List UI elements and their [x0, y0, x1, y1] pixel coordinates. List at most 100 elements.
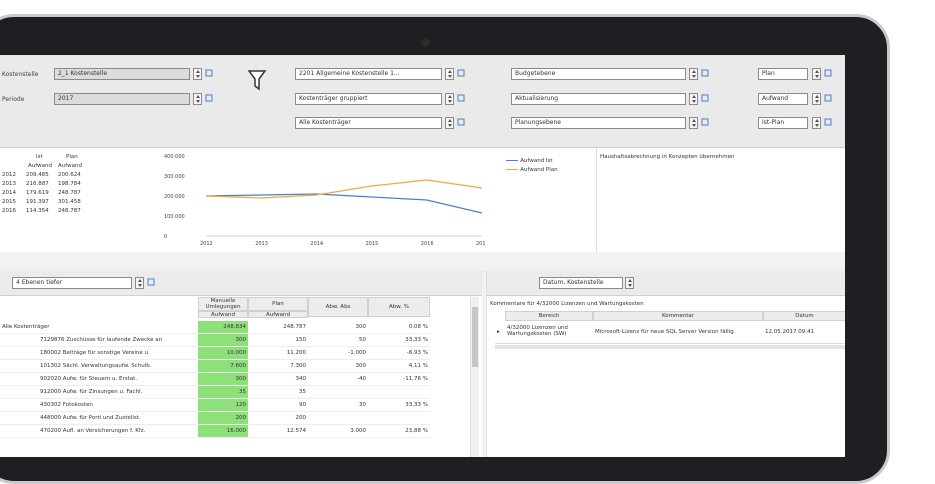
budget-level-field[interactable]: Budgetebene	[511, 68, 686, 80]
cell-pct: 4,11 %	[368, 360, 430, 373]
table-row[interactable]: 912000 Aufw. für Zinsungen u. Fachl. 35 35	[0, 386, 470, 399]
kostenstelle-spinner[interactable]	[193, 68, 202, 80]
summary-cell-year: 2016	[2, 208, 16, 214]
summary-cell-ist: 114.354	[26, 208, 49, 214]
pin-icon[interactable]	[205, 94, 215, 104]
pin-icon[interactable]	[205, 69, 215, 79]
pin-icon[interactable]	[147, 278, 157, 288]
cell-abs: -1.000	[308, 347, 368, 360]
comment-row[interactable]: ▸ 4/32000 Lizenzen und Wartungskosten (S…	[495, 323, 845, 344]
pin-icon[interactable]	[701, 118, 711, 128]
comments-hscroll[interactable]	[495, 345, 845, 349]
kostenstelle-field[interactable]: 2_1 Kostenstelle	[54, 68, 190, 80]
cell-pct: 0,08 %	[368, 321, 430, 334]
table-row[interactable]: 430302 Fotokosten 120 90 30 33,33 %	[0, 399, 470, 412]
plan-field[interactable]: Plan	[758, 68, 808, 80]
ist-plan-field[interactable]: Ist-Plan	[758, 117, 808, 129]
cell-pct	[368, 412, 430, 425]
pin-icon[interactable]	[824, 69, 834, 79]
summary-col-ist: Ist	[36, 154, 43, 160]
account-grouping-field[interactable]: Kostenträger gruppiert	[295, 93, 442, 105]
account-group-field[interactable]: 2201 Allgemeine Kostenstelle 1...	[295, 68, 442, 80]
detail-scrollbar[interactable]	[470, 297, 479, 457]
table-row[interactable]: 7129876 Zuschüsse für laufende Zwecke an…	[0, 334, 470, 347]
account-group-spinner[interactable]	[445, 68, 454, 80]
col-subheader-plan: Aufwand	[248, 311, 308, 318]
table-row[interactable]: 448000 Aufw. für Porti und Zustellst. 200…	[0, 412, 470, 425]
cell-manual: 16.000	[198, 425, 248, 438]
account-grouping-spinner[interactable]	[445, 93, 454, 105]
cell-name: 101302 Sächl. Verwaltungsaufw. Schulb.	[0, 360, 196, 373]
comments-col-kommentar[interactable]: Kommentar	[593, 311, 763, 321]
col-header-manual[interactable]: Manuelle Umlegungen	[198, 297, 248, 311]
pin-icon[interactable]	[457, 69, 467, 79]
pin-icon[interactable]	[701, 94, 711, 104]
legend-item-plan: Aufwand Plan	[506, 165, 558, 173]
comments-panel: Datum, Kostenstelle Kommentare für 4/320…	[486, 271, 845, 457]
cell-name: Alle Kostenträger	[0, 321, 196, 334]
aufwand-field[interactable]: Aufwand	[758, 93, 808, 105]
ist-plan-spinner[interactable]	[812, 117, 821, 129]
summary-col-plan: Plan	[66, 154, 78, 160]
col-header-pct[interactable]: Abw. %	[368, 297, 430, 317]
update-field[interactable]: Aktualisierung	[511, 93, 686, 105]
depth-filter-spinner[interactable]	[135, 277, 144, 289]
col-header-plan[interactable]: Plan	[248, 297, 308, 311]
legend-item-ist: Aufwand Ist	[506, 156, 553, 164]
table-row[interactable]: 902020 Aufw. für Steuern u. Erstat. 300 34…	[0, 373, 470, 386]
y-tick-label: 0	[164, 234, 167, 240]
table-row[interactable]: 101302 Sächl. Verwaltungsaufw. Schulb. 7.…	[0, 360, 470, 373]
planning-level-field[interactable]: Planungsebene	[511, 117, 686, 129]
cell-plan: 35	[248, 386, 308, 399]
notes-title: Haushaltsabrechnung in Konzepten überneh…	[600, 154, 735, 160]
summary-sub-plan: Aufwand	[58, 163, 82, 169]
account-all-spinner[interactable]	[445, 117, 454, 129]
cell-plan: 200	[248, 412, 308, 425]
comments-col-bereich[interactable]: Bereich	[505, 311, 593, 321]
update-spinner[interactable]	[689, 93, 698, 105]
pin-icon[interactable]	[457, 118, 467, 128]
pin-icon[interactable]	[701, 69, 711, 79]
x-tick-label: 2014	[310, 241, 323, 247]
x-tick-label: 2013	[255, 241, 268, 247]
comments-col-datum[interactable]: Datum	[763, 311, 845, 321]
sort-field[interactable]: Datum, Kostenstelle	[539, 277, 623, 289]
cell-abs: 3.000	[308, 425, 368, 438]
scrollbar-thumb[interactable]	[472, 307, 478, 367]
periode-spinner[interactable]	[193, 93, 202, 105]
account-all-field[interactable]: Alle Kostenträger	[295, 117, 442, 129]
table-row[interactable]: 180002 Beiträge für sonstige Vereine u. 1…	[0, 347, 470, 360]
cell-name: 912000 Aufw. für Zinsungen u. Fachl.	[0, 386, 196, 399]
plan-spinner[interactable]	[812, 68, 821, 80]
row-expander-icon[interactable]: ▸	[497, 329, 500, 335]
pin-icon[interactable]	[824, 94, 834, 104]
x-tick-label: 2015	[366, 241, 379, 247]
cell-name: 7129876 Zuschüsse für laufende Zwecke an	[0, 334, 196, 347]
x-tick-label: 2017	[476, 241, 486, 247]
pin-icon[interactable]	[824, 118, 834, 128]
cell-manual: 35	[198, 386, 248, 399]
y-tick-label: 400.000	[164, 154, 185, 160]
col-subheader-manual: Aufwand	[198, 311, 248, 318]
col-header-abs[interactable]: Abw. Abs	[308, 297, 368, 317]
periode-field[interactable]: 2017	[54, 93, 190, 105]
cell-plan: 11.200	[248, 347, 308, 360]
legend-swatch	[506, 168, 518, 170]
cell-manual: 120	[198, 399, 248, 412]
pin-icon[interactable]	[457, 94, 467, 104]
summary-cell-ist: 209.485	[26, 172, 49, 178]
summary-cell-year: 2014	[2, 190, 16, 196]
line-chart-panel: 400.000 300.000 200.000 100.000 0 2012 2013 201…	[160, 148, 489, 252]
cell-name: 430302 Fotokosten	[0, 399, 196, 412]
chart-legend: Aufwand Ist Aufwand Plan	[486, 148, 596, 252]
series-line-0	[205, 193, 483, 214]
planning-level-spinner[interactable]	[689, 117, 698, 129]
table-row[interactable]: 470200 Aufl. an Versicherungen f. Kfz. 16…	[0, 425, 470, 438]
table-row[interactable]: Alle Kostenträger 248.834 248.787 300 0,08 %	[0, 321, 470, 334]
sort-spinner[interactable]	[625, 277, 634, 289]
filter-funnel-icon[interactable]	[247, 69, 267, 93]
aufwand-spinner[interactable]	[812, 93, 821, 105]
detail-toolbar: 4 Ebenen tiefer	[0, 271, 482, 296]
depth-filter-field[interactable]: 4 Ebenen tiefer	[12, 277, 132, 289]
budget-level-spinner[interactable]	[689, 68, 698, 80]
